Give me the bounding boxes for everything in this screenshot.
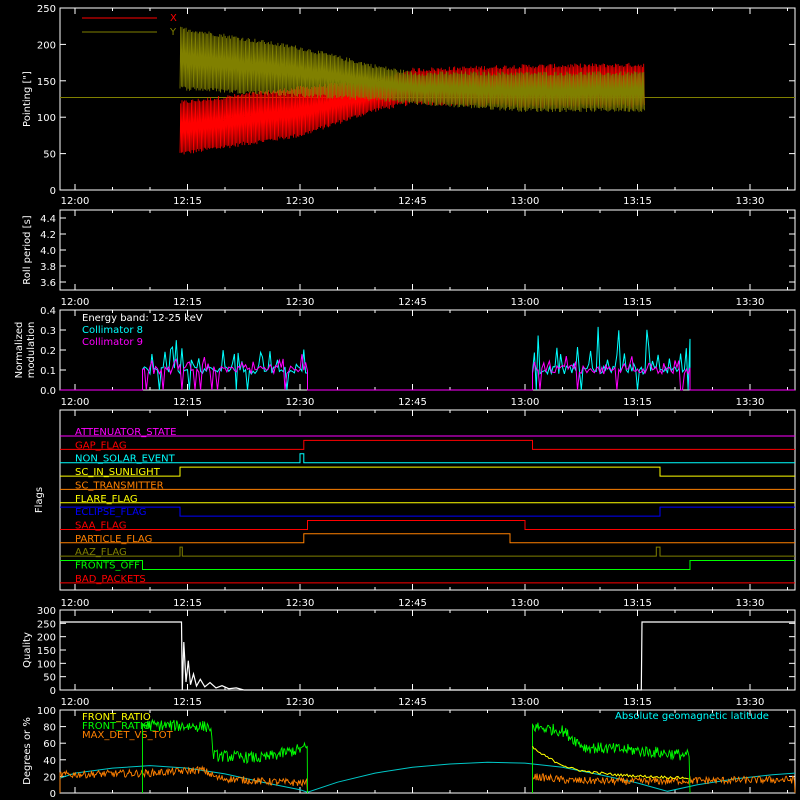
legend-collimator-9: Collimator 9 [82,337,143,348]
flag-label: NON_SOLAR_EVENT [75,454,176,465]
x-tick-label: 12:30 [286,196,315,207]
x-tick-label: 13:15 [623,196,652,207]
y-tick-label: 100 [37,706,56,717]
x-tick-label: 12:30 [286,697,315,708]
y-tick-label: 4.0 [40,246,56,257]
y-tick-label: 100 [37,113,56,124]
flag-label: ATTENUATOR_STATE [75,427,176,438]
x-tick-label: 12:15 [173,598,202,609]
y-tick-label: 4.4 [40,214,56,225]
x-tick-label: 13:30 [736,196,765,207]
energy-band-annotation: Energy band: 12-25 keV [82,313,203,324]
flag-label: GAP_FLAG [75,440,127,451]
x-tick-label: 12:15 [173,196,202,207]
y-tick-label: 0.0 [40,386,56,397]
x-tick-label: 13:15 [623,697,652,708]
x-tick-label: 13:00 [511,697,540,708]
y-tick-label: 3.6 [40,278,56,289]
x-tick-label: 13:30 [736,697,765,708]
x-tick-label: 12:30 [286,297,315,308]
flag-label: ECLIPSE_FLAG [75,507,146,518]
x-tick-label: 13:00 [511,196,540,207]
x-tick-label: 13:15 [623,297,652,308]
x-tick-label: 13:30 [736,297,765,308]
x-tick-label: 13:30 [736,598,765,609]
x-tick-label: 13:00 [511,598,540,609]
y-tick-label: 0.1 [40,366,56,377]
y-tick-label: 150 [37,646,56,657]
y-tick-label: 4.2 [40,230,56,241]
pointing-ylabel: Pointing ["] [22,71,33,127]
x-tick-label: 12:15 [173,397,202,408]
x-tick-label: 12:00 [61,397,90,408]
y-tick-label: 3.8 [40,262,56,273]
x-tick-label: 12:45 [398,598,427,609]
y-tick-label: 0.4 [40,306,56,317]
flag-label: SAA_FLAG [75,520,126,531]
y-tick-label: 0 [50,789,56,800]
x-tick-label: 12:00 [61,598,90,609]
y-tick-label: 100 [37,659,56,670]
flag-label: BAD_PACKETS [75,574,146,585]
y-tick-label: 200 [37,40,56,51]
legend-geomag-latitude: Absolute geomagnetic latitude [615,711,769,722]
flag-label: FLARE_FLAG [75,494,138,505]
x-tick-label: 12:45 [398,397,427,408]
legend-x-label: X [170,13,177,24]
flag-label: SC_TRANSMITTER [75,480,164,491]
y-tick-label: 80 [43,723,56,734]
x-tick-label: 12:45 [398,697,427,708]
x-tick-label: 13:00 [511,397,540,408]
y-tick-label: 20 [43,772,56,783]
modulation-ylabel-2: modulation [26,322,37,379]
y-tick-label: 200 [37,633,56,644]
y-tick-label: 150 [37,77,56,88]
y-tick-label: 250 [37,4,56,15]
x-tick-label: 13:15 [623,397,652,408]
y-tick-label: 40 [43,756,56,767]
legend-max-det: MAX_DET_VS_TOT [82,730,174,741]
x-tick-label: 12:45 [398,297,427,308]
ratio-ylabel: Degrees or % [22,717,33,785]
x-tick-label: 12:00 [61,196,90,207]
modulation-ylabel-1: Normalized [14,322,25,379]
quicklook-figure: Pointing ["] X Y 12:00 12:15 12:30 12:45 13:… [0,0,800,800]
y-tick-label: 250 [37,619,56,630]
y-tick-label: 300 [37,606,56,617]
y-tick-label: 50 [43,673,56,684]
flag-label: PARTICLE_FLAG [75,534,152,545]
y-tick-label: 60 [43,739,56,750]
legend-collimator-8: Collimator 8 [82,325,143,336]
x-tick-label: 13:00 [511,297,540,308]
flag-label: FRONTS_OFF [75,561,140,572]
x-tick-label: 12:30 [286,598,315,609]
x-tick-label: 12:15 [173,697,202,708]
y-tick-label: 0 [50,686,56,697]
y-tick-label: 0.3 [40,326,56,337]
x-tick-label: 12:45 [398,196,427,207]
x-tick-label: 12:00 [61,697,90,708]
flags-ylabel: Flags [34,487,45,513]
x-tick-label: 13:30 [736,397,765,408]
quality-ylabel: Quality [22,632,33,668]
x-tick-label: 12:15 [173,297,202,308]
legend-y-label: Y [169,27,177,38]
x-tick-label: 12:00 [61,297,90,308]
y-tick-label: 0 [50,186,56,197]
y-tick-label: 50 [43,150,56,161]
flag-label: AAZ_FLAG [75,547,127,558]
x-tick-label: 13:15 [623,598,652,609]
y-tick-label: 0.2 [40,346,56,357]
flag-label: SC_IN_SUNLIGHT [75,467,161,478]
x-tick-label: 12:30 [286,397,315,408]
roll-ylabel: Roll period [s] [22,215,33,284]
